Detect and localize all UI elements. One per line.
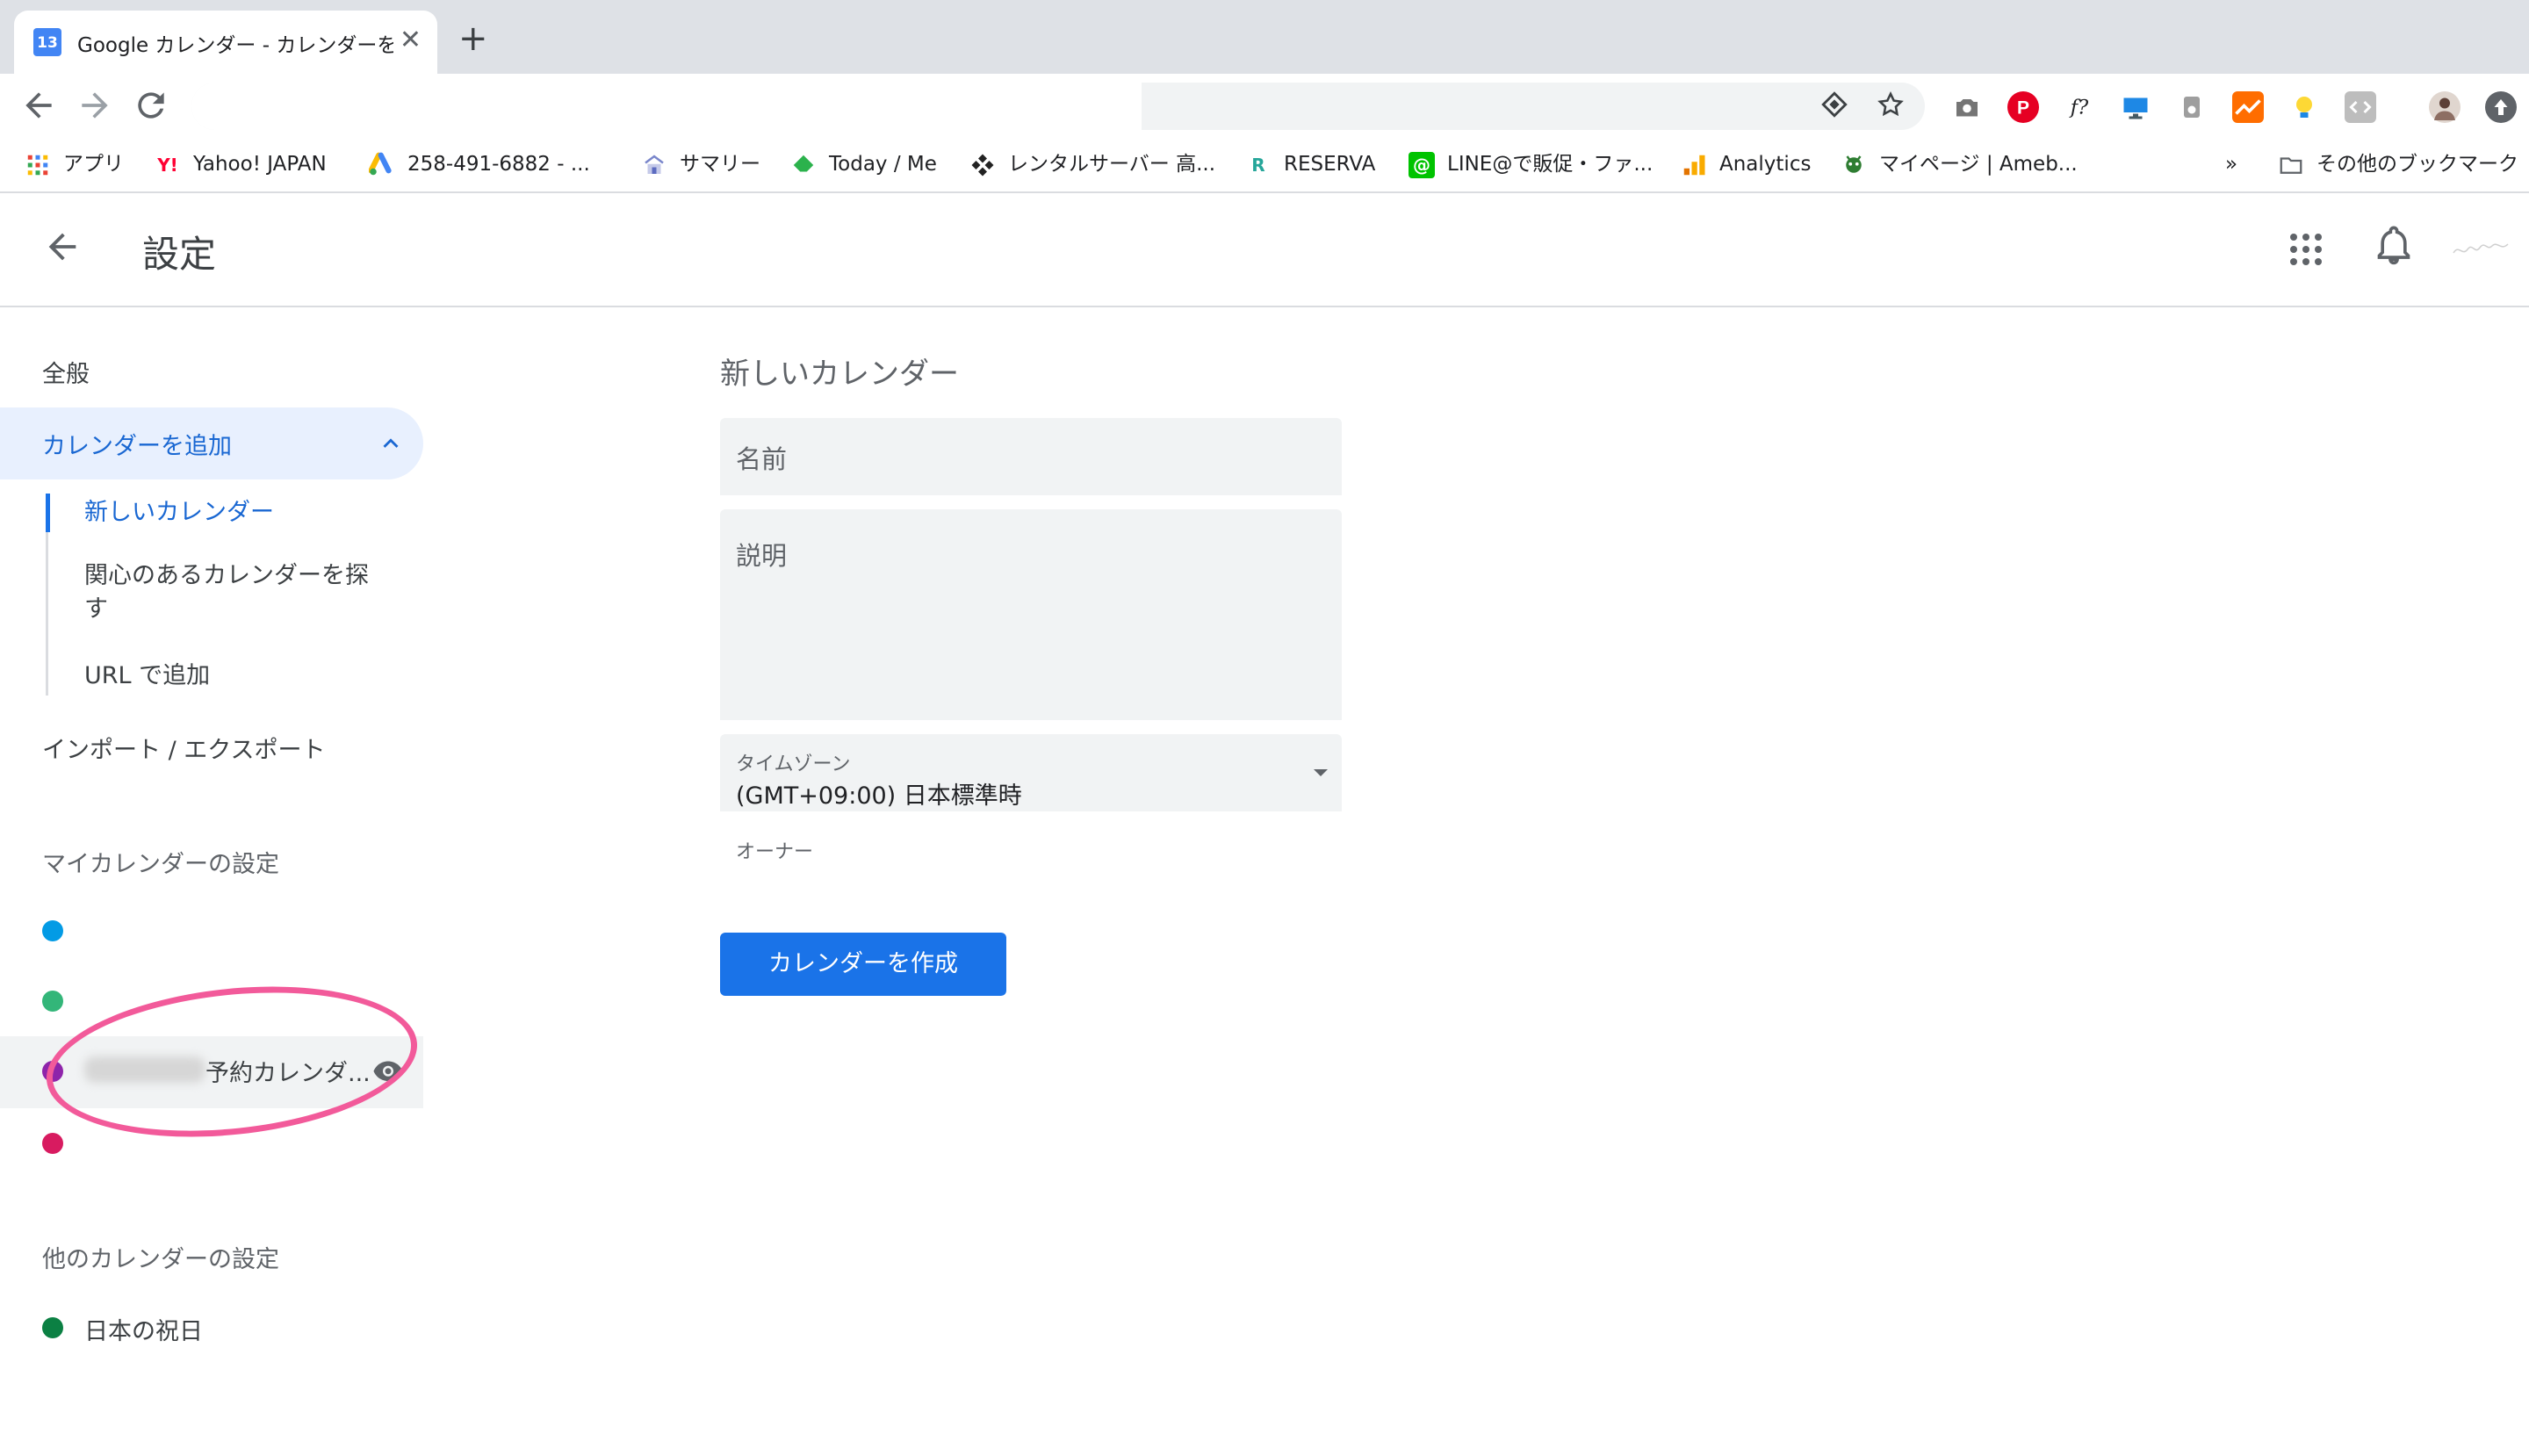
other-calendars-heading: 他のカレンダーの設定 xyxy=(42,1246,279,1273)
google-ads-icon xyxy=(368,152,395,178)
bookmark-label: サマリー xyxy=(680,153,760,176)
description-field[interactable]: 説明 xyxy=(720,509,1342,720)
bookmark-label: 258-491-6882 - ... xyxy=(407,153,590,176)
sidebar-item-import-export[interactable]: インポート / エクスポート xyxy=(42,731,325,765)
highlight-annotation-circle xyxy=(39,969,425,1154)
back-arrow-icon[interactable] xyxy=(42,227,83,275)
bookmark-label: RESERVA xyxy=(1284,153,1376,176)
sidebar-sub-label-line2: す xyxy=(84,595,108,623)
bookmarks-bar: アプリ Y! Yahoo! JAPAN 258-491-6882 - ... サマ… xyxy=(0,137,2529,193)
form-title: 新しいカレンダー xyxy=(720,357,959,392)
settings-header: 設定 xyxy=(0,195,2529,307)
description-placeholder: 説明 xyxy=(736,541,788,571)
bookmark-other-folder[interactable]: その他のブックマーク xyxy=(2278,149,2518,179)
address-bar-field[interactable] xyxy=(191,83,1142,130)
bookmark-label: LINE@で販促・ファ... xyxy=(1447,153,1654,176)
pinterest-extension-icon[interactable]: P xyxy=(2007,91,2039,123)
other-calendar-holidays[interactable]: 日本の祝日 xyxy=(84,1312,203,1346)
ameba-icon xyxy=(1841,152,1867,178)
monitor-extension-icon[interactable] xyxy=(2120,91,2151,123)
profile-avatar-icon[interactable] xyxy=(2429,91,2461,123)
line-icon: @ xyxy=(1409,151,1435,178)
sidebar-sub-new-calendar[interactable]: 新しいカレンダー xyxy=(84,496,274,530)
timezone-value: (GMT+09:00) 日本標準時 xyxy=(736,782,1022,810)
chevron-up-icon[interactable] xyxy=(376,429,406,458)
yahoo-icon: Y! xyxy=(157,154,178,176)
bookmark-apps[interactable]: アプリ xyxy=(25,149,124,179)
browser-tab-strip: 13 Google カレンダー - カレンダーを ✕ + xyxy=(0,0,2529,76)
sidebar-sub-label-line1: 関心のあるカレンダーを探 xyxy=(84,562,369,589)
calendar-color-dot[interactable] xyxy=(42,991,63,1012)
bookmark-label: Today / Me xyxy=(829,153,937,176)
timezone-label: タイムゾーン xyxy=(736,753,851,775)
browser-forward-icon[interactable] xyxy=(76,86,114,125)
sidebar-item-label: カレンダーを追加 xyxy=(42,433,232,460)
bookmark-label: Analytics xyxy=(1719,153,1812,176)
bookmark-yahoo[interactable]: Y! Yahoo! JAPAN xyxy=(155,149,327,179)
trend-extension-icon[interactable] xyxy=(2232,91,2264,123)
font-extension-icon[interactable]: f? xyxy=(2064,91,2095,123)
lightbulb-extension-icon[interactable] xyxy=(2288,91,2320,123)
browser-tab-active[interactable]: 13 Google カレンダー - カレンダーを ✕ xyxy=(14,11,437,76)
translate-icon[interactable] xyxy=(1819,90,1849,128)
reserva-icon: R xyxy=(1251,154,1265,176)
sidebar-sub-add-by-url[interactable]: URL で追加 xyxy=(84,660,210,693)
camera-extension-icon[interactable] xyxy=(1951,91,1983,123)
sidebar-item-add-calendar[interactable]: カレンダーを追加 xyxy=(0,407,423,479)
summary-icon xyxy=(641,152,667,178)
bookmarks-overflow-button[interactable]: » xyxy=(2225,149,2237,179)
server-icon xyxy=(969,152,996,178)
browser-back-icon[interactable] xyxy=(19,86,58,125)
calendar-color-dot[interactable] xyxy=(42,1133,63,1154)
sidebar-sub-browse-calendars[interactable]: 関心のあるカレンダーを探 す xyxy=(84,559,369,626)
my-calendars-heading: マイカレンダーの設定 xyxy=(42,851,279,878)
address-bar[interactable] xyxy=(191,83,1925,130)
page-title: 設定 xyxy=(142,233,217,276)
dropdown-arrow-icon xyxy=(1314,769,1328,776)
bookmark-ameba[interactable]: マイページ | Ameb... xyxy=(1841,149,2078,179)
bookmark-analytics[interactable]: Analytics xyxy=(1681,149,1811,179)
calendar-color-dot[interactable] xyxy=(42,920,63,941)
browser-reload-icon[interactable] xyxy=(132,86,170,125)
close-tab-icon[interactable]: ✕ xyxy=(400,25,422,56)
update-menu-icon[interactable] xyxy=(2485,91,2517,123)
bookmark-label: アプリ xyxy=(63,153,124,176)
account-avatar[interactable] xyxy=(2450,237,2511,262)
bookmark-reserva[interactable]: R RESERVA xyxy=(1245,149,1375,179)
bookmark-rental-server[interactable]: レンタルサーバー 高... xyxy=(969,149,1215,179)
new-tab-button[interactable]: + xyxy=(458,21,488,56)
timezone-select[interactable]: タイムゾーン (GMT+09:00) 日本標準時 xyxy=(720,734,1342,811)
notification-bell-icon[interactable] xyxy=(2374,225,2413,270)
bookmark-label: マイページ | Ameb... xyxy=(1879,153,2078,176)
bookmark-google-ads[interactable]: 258-491-6882 - ... xyxy=(368,149,590,179)
name-placeholder: 名前 xyxy=(736,444,788,474)
folder-icon xyxy=(2278,152,2304,178)
bookmark-star-icon[interactable] xyxy=(1876,90,1906,128)
feedly-icon xyxy=(790,152,817,178)
submenu-active-indicator xyxy=(46,494,50,532)
analytics-icon xyxy=(1681,152,1707,178)
calendar-favicon-icon: 13 xyxy=(33,28,61,56)
google-apps-icon[interactable] xyxy=(2290,234,2322,265)
owner-label: オーナー xyxy=(736,841,814,863)
bookmark-label: レンタルサーバー 高... xyxy=(1008,153,1216,176)
apps-grid-icon xyxy=(25,152,51,178)
bookmark-feedly[interactable]: Today / Me xyxy=(790,149,937,179)
bookmark-line[interactable]: @ LINE@で販促・ファ... xyxy=(1409,149,1653,179)
bookmark-summary[interactable]: サマリー xyxy=(641,149,760,179)
name-field[interactable]: 名前 xyxy=(720,418,1342,495)
create-calendar-button[interactable]: カレンダーを作成 xyxy=(720,933,1006,996)
bookmark-label: Yahoo! JAPAN xyxy=(193,153,327,176)
code-extension-icon[interactable] xyxy=(2345,91,2376,123)
sidebar-item-general[interactable]: 全般 xyxy=(42,355,90,389)
bookmark-label: その他のブックマーク xyxy=(2316,153,2518,176)
svg-text:P: P xyxy=(2017,98,2029,119)
svg-text:f?: f? xyxy=(2069,97,2089,119)
tab-title: Google カレンダー - カレンダーを xyxy=(77,34,393,57)
document-extension-icon[interactable] xyxy=(2176,91,2208,123)
calendar-color-dot[interactable] xyxy=(42,1317,63,1338)
